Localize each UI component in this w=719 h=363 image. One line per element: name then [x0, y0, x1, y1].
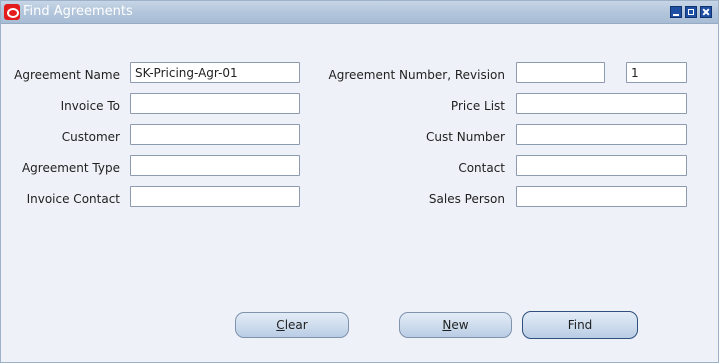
find-button[interactable]: Find	[522, 311, 638, 339]
invoice-to-field[interactable]	[130, 93, 300, 114]
cust-number-label: Cust Number	[426, 130, 505, 144]
invoice-to-label: Invoice To	[60, 99, 120, 113]
maximize-icon[interactable]	[685, 6, 697, 18]
contact-field[interactable]	[516, 155, 687, 176]
contact-label: Contact	[458, 161, 505, 175]
minimize-icon[interactable]	[670, 6, 682, 18]
agreement-number-field[interactable]	[516, 62, 605, 83]
customer-label: Customer	[61, 130, 120, 144]
close-icon[interactable]	[700, 6, 712, 18]
new-button-label: ew	[451, 318, 469, 332]
clear-button-label: lear	[284, 318, 308, 332]
invoice-contact-field[interactable]	[130, 186, 300, 207]
clear-button[interactable]: Clear	[235, 312, 349, 338]
find-agreements-window: Find Agreements Agreement Name Invoice T…	[0, 0, 719, 363]
revision-field[interactable]	[626, 62, 687, 83]
customer-field[interactable]	[130, 124, 300, 145]
new-button[interactable]: New	[399, 312, 512, 338]
agreement-number-revision-label: Agreement Number, Revision	[328, 68, 505, 82]
agreement-type-label: Agreement Type	[21, 161, 120, 175]
agreement-type-field[interactable]	[130, 155, 300, 176]
clear-button-mnemonic: C	[276, 318, 285, 332]
oracle-logo-icon	[4, 4, 20, 20]
sales-person-label: Sales Person	[428, 192, 505, 206]
invoice-contact-label: Invoice Contact	[26, 192, 120, 206]
window-title: Find Agreements	[23, 4, 133, 19]
find-button-label: Find	[567, 318, 593, 332]
cust-number-field[interactable]	[516, 124, 687, 145]
title-bar[interactable]: Find Agreements	[1, 1, 718, 24]
agreement-name-field[interactable]	[130, 62, 300, 83]
sales-person-field[interactable]	[516, 186, 687, 207]
price-list-field[interactable]	[516, 93, 687, 114]
agreement-name-label: Agreement Name	[14, 68, 120, 82]
price-list-label: Price List	[450, 99, 505, 113]
